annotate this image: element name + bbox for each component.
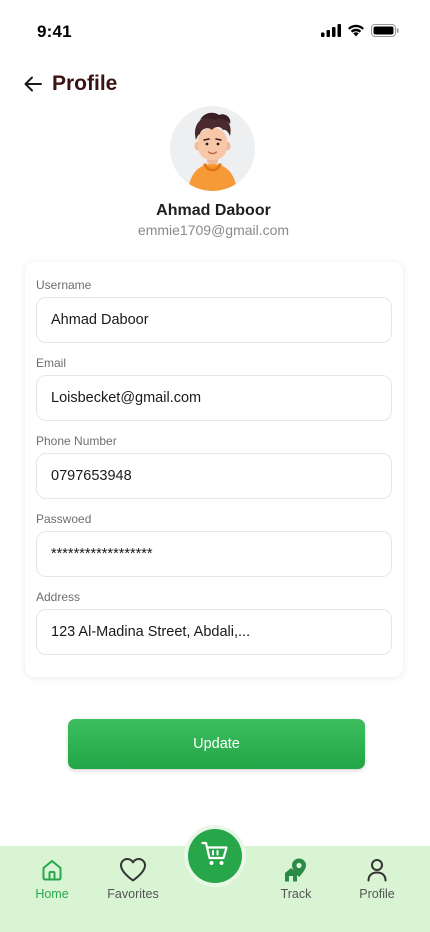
email-label: Email [36, 356, 67, 370]
avatar-illustration [188, 112, 237, 191]
profile-name: Ahmad Daboor [156, 202, 271, 219]
update-button[interactable]: Update [68, 719, 365, 769]
nav-item-home[interactable]: Home [17, 856, 87, 901]
header: Profile [24, 70, 117, 98]
username-label: Username [36, 278, 92, 292]
phone-label: Phone Number [36, 434, 117, 448]
avatar[interactable] [170, 106, 255, 191]
status-bar: 9:41 [0, 0, 430, 62]
address-field[interactable] [36, 609, 392, 655]
user-icon [342, 856, 412, 884]
nav-item-track[interactable]: Track [261, 856, 331, 901]
status-icons [321, 24, 399, 37]
back-arrow-icon[interactable] [24, 74, 44, 94]
email-field[interactable] [36, 375, 392, 421]
nav-item-favorites[interactable]: Favorites [98, 856, 168, 901]
battery-icon [371, 24, 399, 37]
cart-icon [201, 841, 229, 872]
profile-form-card: Username Email Phone Number Passwoed Add… [25, 262, 403, 677]
nav-label-favorites: Favorites [107, 887, 159, 901]
username-field[interactable] [36, 297, 392, 343]
nav-label-profile: Profile [359, 887, 395, 901]
home-icon [17, 856, 87, 884]
phone-field[interactable] [36, 453, 392, 499]
nav-label-track: Track [280, 887, 312, 901]
nav-item-profile[interactable]: Profile [342, 856, 412, 901]
cellular-signal-icon [321, 24, 341, 37]
password-label: Passwoed [36, 512, 92, 526]
nav-label-home: Home [35, 887, 69, 901]
status-time: 9:41 [37, 22, 72, 41]
track-location-icon [261, 856, 331, 884]
heart-icon [98, 856, 168, 884]
page-title: Profile [52, 72, 118, 95]
address-label: Address [36, 590, 81, 604]
profile-email: emmie1709@gmail.com [137, 222, 290, 238]
password-field[interactable] [36, 531, 392, 577]
cart-button[interactable] [188, 829, 242, 883]
wifi-icon [347, 24, 365, 37]
